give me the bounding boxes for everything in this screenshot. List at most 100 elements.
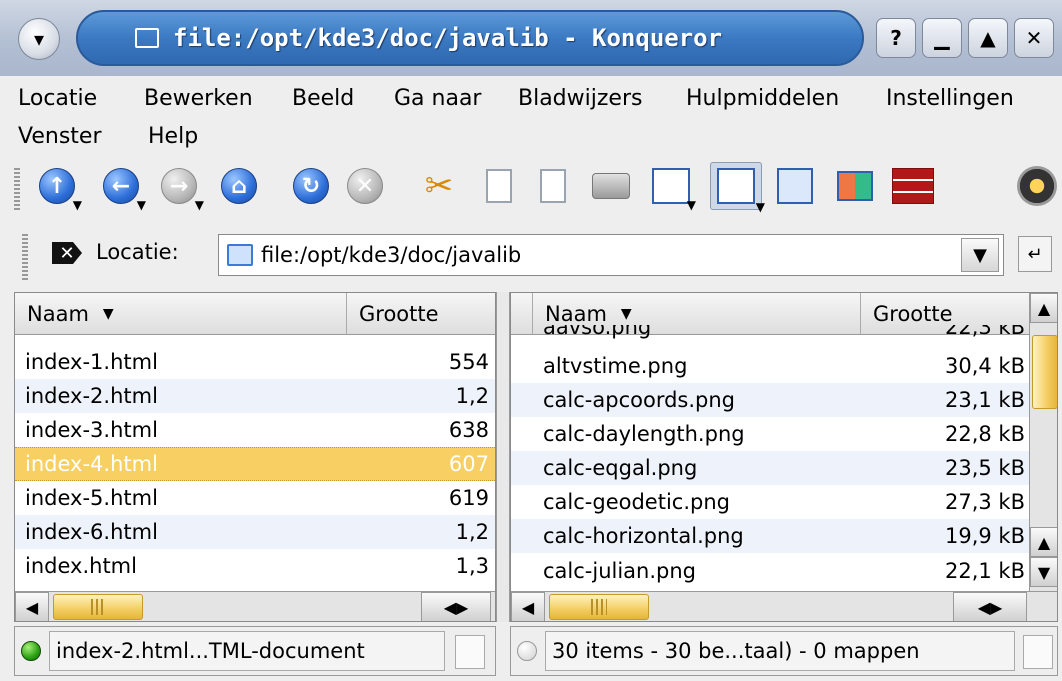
- file-name: index-5.html: [25, 486, 158, 510]
- menu-bar: Locatie Bewerken Beeld Ga naar Bladwijze…: [0, 76, 1062, 158]
- right-vertical-scrollbar[interactable]: ▲ ▲ ▼: [1029, 293, 1057, 591]
- scroll-left-icon[interactable]: ◀: [511, 592, 545, 621]
- menu-bewerken[interactable]: Bewerken: [144, 86, 253, 111]
- table-row[interactable]: calc-horizontal.png 19,9 kB: [511, 519, 1031, 553]
- print-icon[interactable]: [590, 165, 632, 207]
- menu-instellingen[interactable]: Instellingen: [886, 86, 1014, 111]
- table-row[interactable]: calc-daylength.png 22,8 kB: [511, 417, 1031, 451]
- toolbar-grip[interactable]: [14, 168, 20, 210]
- main-toolbar: ↑ ▼ ← ▼ → ▼ ⌂ ↻ ✕ ✂ ▼ ▼: [0, 160, 1062, 218]
- table-row[interactable]: calc-eqgal.png 23,5 kB: [511, 451, 1031, 485]
- left-col-name-label: Naam: [27, 302, 89, 326]
- scroll-arrows-icon[interactable]: ◀▶: [421, 592, 491, 621]
- left-horizontal-scrollbar[interactable]: ◀ ◀▶: [15, 591, 495, 621]
- back-icon[interactable]: ← ▼: [100, 165, 146, 211]
- scrollbar-thumb[interactable]: [1032, 335, 1057, 409]
- file-size: 22,1 kB: [944, 559, 1025, 583]
- sort-down-icon: ▼: [620, 306, 632, 322]
- forward-icon[interactable]: → ▼: [158, 165, 204, 211]
- copy-icon[interactable]: [478, 165, 520, 207]
- left-col-size[interactable]: Grootte: [347, 293, 495, 335]
- inactive-view-indicator-icon[interactable]: [517, 641, 537, 661]
- reload-icon[interactable]: ↻: [290, 165, 332, 207]
- location-field[interactable]: ▼: [218, 234, 1004, 276]
- location-grip[interactable]: [22, 232, 28, 280]
- table-row[interactable]: calc-apcoords.png 23,1 kB: [511, 383, 1031, 417]
- scrollbar-thumb[interactable]: [549, 594, 649, 620]
- preview-icon[interactable]: [774, 165, 816, 207]
- icon-view-icon[interactable]: ▼: [650, 165, 696, 211]
- location-dropdown-button[interactable]: ▼: [961, 238, 999, 272]
- table-row[interactable]: calc-geodetic.png 27,3 kB: [511, 485, 1031, 519]
- table-row[interactable]: altvstime.png 30,4 kB: [511, 349, 1031, 383]
- left-status-bar: index-2.html...TML-document: [14, 626, 496, 676]
- link-view-checkbox[interactable]: [455, 635, 485, 669]
- table-row[interactable]: index-2.html 1,2: [15, 379, 495, 413]
- menu-ga-naar[interactable]: Ga naar: [394, 86, 481, 111]
- folder-icon: [227, 244, 253, 266]
- file-name: calc-julian.png: [543, 559, 697, 583]
- file-size: 607: [448, 452, 489, 476]
- menu-help[interactable]: Help: [148, 124, 198, 149]
- file-size: 19,9 kB: [944, 524, 1025, 548]
- table-row[interactable]: index-6.html 1,2: [15, 515, 495, 549]
- stop-icon[interactable]: ✕: [344, 165, 386, 207]
- maximize-button[interactable]: ▲: [968, 18, 1008, 58]
- table-row[interactable]: index.html 1,3: [15, 549, 495, 583]
- file-size: 638: [448, 418, 489, 442]
- table-row[interactable]: index-5.html 619: [15, 481, 495, 515]
- paste-icon[interactable]: [532, 165, 574, 207]
- menu-locatie[interactable]: Locatie: [18, 86, 97, 111]
- right-file-list: Naam ▼ Grootte aavso.png 22,3 kB altvsti…: [510, 292, 1058, 622]
- active-view-indicator-icon[interactable]: [21, 641, 41, 661]
- close-button[interactable]: ✕: [1014, 18, 1054, 58]
- table-row[interactable]: index-3.html 638: [15, 413, 495, 447]
- file-name: calc-daylength.png: [543, 422, 745, 446]
- up-icon[interactable]: ↑ ▼: [36, 165, 82, 211]
- scroll-up-icon[interactable]: ▲: [1030, 293, 1057, 323]
- file-name: aavso.png: [543, 325, 652, 339]
- file-size: 1,2: [455, 384, 489, 408]
- pane-splitter[interactable]: [496, 292, 510, 622]
- table-row[interactable]: index-1.html 554: [15, 345, 495, 379]
- home-icon[interactable]: ⌂: [218, 165, 260, 207]
- scroll-down-icon[interactable]: ▼: [1030, 557, 1057, 587]
- table-row[interactable]: calc-julian.png 22,1 kB: [511, 553, 1031, 589]
- location-bar: ✕ Locatie: ▼ ↵: [0, 218, 1062, 288]
- application-icon[interactable]: [892, 165, 934, 207]
- menu-bladwijzers[interactable]: Bladwijzers: [518, 86, 642, 111]
- clear-location-icon[interactable]: ✕: [52, 242, 82, 264]
- file-size: 619: [448, 486, 489, 510]
- window-icon[interactable]: [834, 165, 876, 207]
- scrollbar-thumb[interactable]: [53, 594, 143, 620]
- menu-venster[interactable]: Venster: [18, 124, 102, 149]
- location-input[interactable]: [261, 243, 941, 267]
- right-horizontal-scrollbar[interactable]: ◀ ◀▶: [511, 591, 1057, 621]
- link-view-checkbox[interactable]: [1023, 635, 1053, 669]
- go-icon[interactable]: ↵: [1018, 236, 1052, 272]
- table-row-selected[interactable]: index-4.html 607: [15, 447, 495, 481]
- location-label: Locatie:: [96, 240, 179, 264]
- file-name: calc-horizontal.png: [543, 524, 744, 548]
- file-name: index-6.html: [25, 520, 158, 544]
- menu-beeld[interactable]: Beeld: [292, 86, 354, 111]
- chevron-down-icon: ▾: [33, 27, 45, 51]
- left-col-name[interactable]: Naam ▼: [15, 293, 347, 335]
- file-size: 22,8 kB: [944, 422, 1025, 446]
- minimize-button[interactable]: ▁: [922, 18, 962, 58]
- help-button[interactable]: ?: [876, 18, 916, 58]
- window-controls: ? ▁ ▲ ✕: [876, 18, 1054, 58]
- scroll-arrows-icon[interactable]: ◀▶: [953, 592, 1027, 621]
- cut-icon[interactable]: ✂: [418, 165, 460, 207]
- left-file-list: Naam ▼ Grootte index-1.html 554 index-2.…: [14, 292, 496, 622]
- kde-gear-icon[interactable]: [1016, 165, 1058, 207]
- detail-view-icon[interactable]: ▼: [710, 162, 765, 213]
- file-name: calc-eqgal.png: [543, 456, 698, 480]
- menu-hulpmiddelen[interactable]: Hulpmiddelen: [686, 86, 839, 111]
- right-col-size-label: Grootte: [873, 302, 953, 326]
- scroll-left-icon[interactable]: ◀: [15, 592, 49, 621]
- window-menu-button[interactable]: ▾: [18, 18, 60, 60]
- table-row[interactable]: aavso.png 22,3 kB: [511, 325, 1031, 349]
- scroll-up-icon[interactable]: ▲: [1030, 527, 1057, 557]
- left-col-size-label: Grootte: [359, 302, 439, 326]
